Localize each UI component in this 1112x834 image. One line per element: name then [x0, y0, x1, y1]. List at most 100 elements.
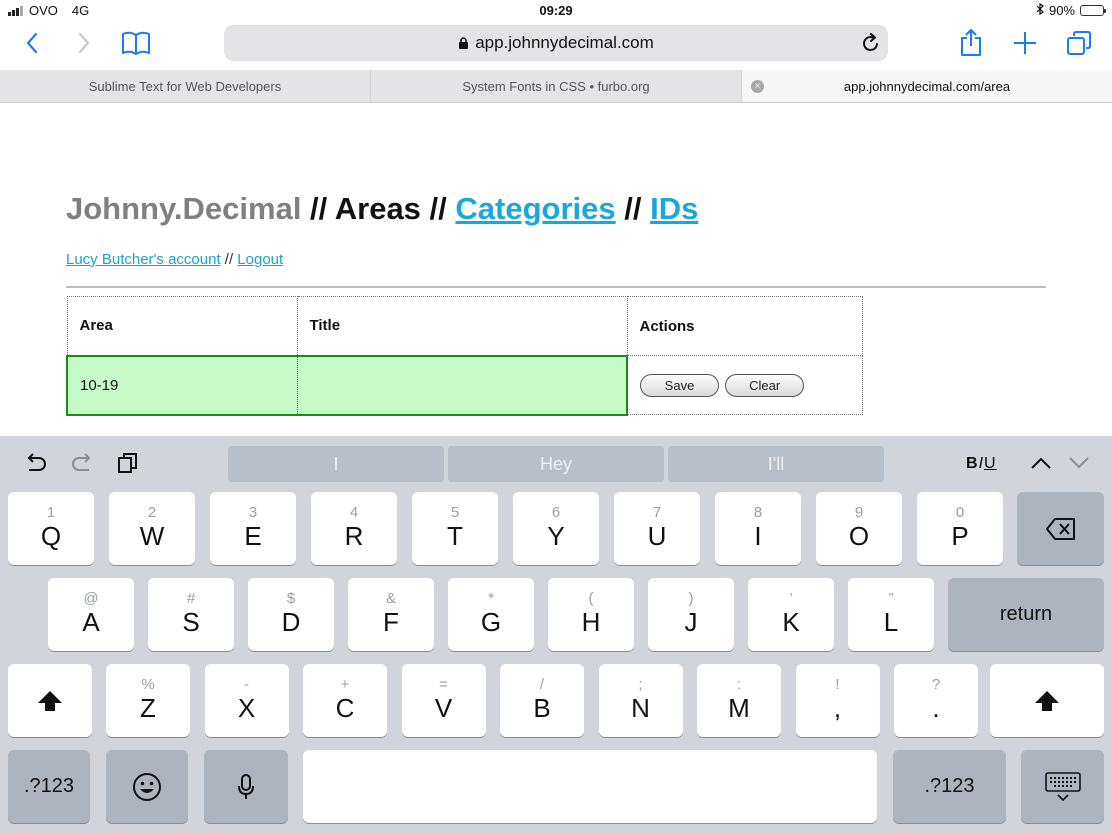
key-row3-2[interactable]: + C — [303, 664, 387, 737]
key-row1-5[interactable]: 6Y — [513, 492, 599, 565]
tab-title: System Fonts in CSS • furbo.org — [462, 78, 650, 94]
key-row2-3[interactable]: & F — [348, 578, 434, 651]
title-field[interactable] — [296, 354, 628, 416]
book-icon — [122, 31, 150, 55]
key-row3-0[interactable]: % Z — [106, 664, 190, 737]
right-shift-key[interactable] — [990, 664, 1104, 737]
key-label: H — [581, 606, 601, 637]
browser-toolbar: app.johnnydecimal.com — [0, 22, 1112, 70]
tabs-button[interactable] — [1065, 26, 1093, 60]
return-key[interactable]: return — [948, 578, 1104, 651]
key-row1-1[interactable]: 2W — [109, 492, 195, 565]
key-label: E — [244, 520, 262, 551]
format-button[interactable]: BIU — [966, 455, 997, 473]
bookmarks-button[interactable] — [119, 26, 153, 60]
left-shift-key[interactable] — [8, 664, 92, 737]
suggestion-1[interactable]: I — [228, 446, 444, 482]
key-row2-6[interactable]: ) J — [648, 578, 734, 651]
clear-button[interactable]: Clear — [725, 373, 805, 397]
chevron-left-icon — [26, 32, 38, 54]
key-label: L — [883, 606, 899, 637]
emoji-key[interactable] — [106, 750, 188, 823]
key-row2-5[interactable]: (H — [548, 578, 634, 651]
key-hint: : — [736, 675, 742, 693]
key-row3-3[interactable]: = V — [401, 664, 486, 737]
suggestion-2[interactable]: Hey — [448, 446, 664, 482]
tab-system-fonts[interactable]: System Fonts in CSS • furbo.org — [371, 70, 742, 102]
numbers-label: .?123 — [23, 775, 75, 797]
key-hint: ! — [835, 675, 840, 693]
status-right: 90% — [1036, 2, 1106, 18]
categories-link[interactable]: Categories — [455, 191, 615, 226]
suggestion-3[interactable]: I'll — [668, 446, 884, 482]
key-row3-4[interactable]: / B — [500, 664, 584, 737]
delete-icon — [1045, 517, 1075, 540]
numbers-key-left[interactable]: .?123 — [8, 750, 90, 823]
battery-icon — [1080, 5, 1106, 16]
address-bar[interactable]: app.johnnydecimal.com — [224, 25, 888, 61]
key-label: O — [848, 520, 870, 551]
key-row2-7[interactable]: ’ K — [748, 578, 834, 651]
key-row2-1[interactable]: # S — [148, 578, 234, 651]
paste-icon[interactable] — [117, 452, 139, 479]
key-row1-3[interactable]: 4R — [311, 492, 397, 565]
bluetooth-icon — [1036, 2, 1044, 18]
delete-key[interactable] — [1017, 492, 1104, 565]
reload-icon — [863, 33, 878, 51]
key-label: K — [782, 606, 800, 637]
dictation-key[interactable] — [204, 750, 288, 823]
reload-button[interactable] — [862, 33, 880, 58]
screen: OVO 4G 09:29 90% app.johnnydecimal.com S… — [0, 0, 1112, 834]
key-row2-8[interactable]: ” L — [848, 578, 934, 651]
space-key[interactable] — [303, 750, 877, 823]
chevron-down-icon[interactable] — [1068, 456, 1090, 475]
header-actions: Actions — [626, 296, 863, 356]
area-field[interactable]: 10-19 — [66, 354, 297, 416]
key-row1-4[interactable]: 5T — [412, 492, 498, 565]
key-row1-0[interactable]: 1Q — [8, 492, 94, 565]
key-label: Y — [547, 520, 565, 551]
key-row1-2[interactable]: 3E — [210, 492, 296, 565]
share-button[interactable] — [958, 26, 984, 60]
forward-button[interactable] — [72, 26, 96, 60]
ids-link[interactable]: IDs — [650, 191, 698, 226]
chevron-up-icon[interactable] — [1030, 456, 1052, 475]
hide-keyboard-key[interactable] — [1021, 750, 1104, 823]
key-row2-4[interactable]: * G — [448, 578, 534, 651]
key-label: F — [383, 606, 399, 637]
key-hint: $ — [286, 589, 296, 607]
key-row3-7[interactable]: !, — [795, 664, 880, 737]
bold-label: B — [966, 455, 979, 472]
save-button[interactable]: Save — [640, 373, 719, 397]
tab-active[interactable]: × app.johnnydecimal.com/area — [742, 70, 1112, 102]
numbers-key-right[interactable]: .?123 — [893, 750, 1006, 823]
key-row1-7[interactable]: 8I — [715, 492, 801, 565]
key-row3-8[interactable]: ?. — [894, 664, 978, 737]
key-row1-6[interactable]: 7U — [614, 492, 700, 565]
key-hint: @ — [83, 589, 99, 607]
shift-icon — [38, 690, 62, 711]
undo-icon[interactable] — [24, 452, 48, 479]
key-row3-5[interactable]: ; N — [598, 664, 683, 737]
close-tab-icon[interactable]: × — [751, 80, 764, 93]
account-bar: Lucy Butcher's account // Logout — [66, 251, 283, 268]
key-row3-1[interactable]: -X — [204, 664, 289, 737]
underline-label: U — [984, 455, 997, 472]
return-label: return — [999, 603, 1053, 625]
key-hint: ’ — [789, 589, 793, 607]
key-row3-6[interactable]: :M — [697, 664, 781, 737]
logout-link[interactable]: Logout — [237, 251, 283, 268]
redo-icon[interactable] — [70, 452, 94, 479]
new-tab-button[interactable] — [1012, 26, 1038, 60]
tab-sublime[interactable]: Sublime Text for Web Developers — [0, 70, 371, 102]
key-row2-2[interactable]: $ D — [248, 578, 334, 651]
key-hint: ) — [688, 589, 694, 607]
account-link[interactable]: Lucy Butcher's account — [66, 251, 221, 268]
key-label: V — [434, 692, 453, 723]
key-label: Z — [140, 692, 156, 723]
key-label: B — [533, 692, 551, 723]
key-row1-9[interactable]: 0P — [917, 492, 1003, 565]
key-row1-8[interactable]: 9O — [816, 492, 902, 565]
back-button[interactable] — [20, 26, 44, 60]
key-row2-0[interactable]: @ A — [48, 578, 134, 651]
